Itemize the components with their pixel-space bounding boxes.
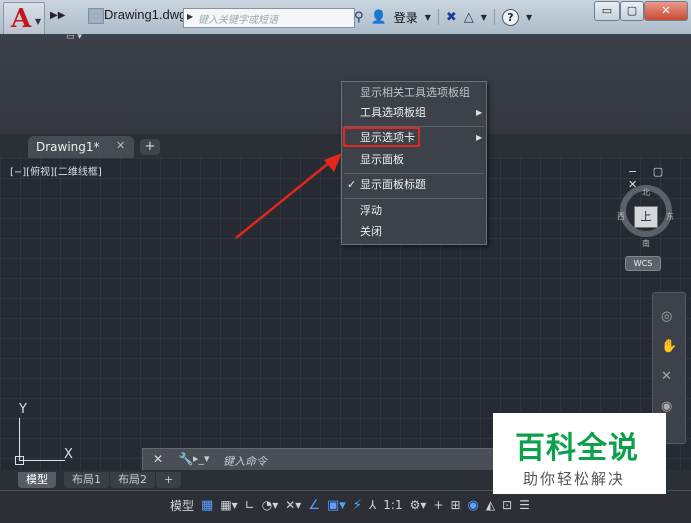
menu-item-show-related-palettes[interactable]: 显示相关工具选项板组 [342,82,486,104]
application-menu-button[interactable]: A ▼ [3,2,45,36]
ucs-y-label: Y [19,402,27,417]
dynamic-input-icon[interactable]: ∠ [308,498,320,513]
watermark-title: 百科全说 [515,431,639,466]
command-line[interactable]: ✕ 🔧 ▸_▾ 键入命令 [142,448,499,472]
wcs-menu-button[interactable]: WCS [625,256,661,271]
grid-icon[interactable]: ▦ [201,498,213,513]
menu-separator [344,198,484,199]
steering-wheel-icon[interactable]: ◎ [661,309,672,324]
quick-access-expand-icon[interactable]: ▶▶ [50,10,65,21]
menu-item-label: 显示面板标题 [360,178,426,191]
highlight-box [343,127,420,147]
object-snap-icon[interactable]: ▣▾ [327,498,346,513]
annotation-icon[interactable]: ⚡ [353,498,362,513]
title-toolbar: ⚲ 👤 登录 ▼ ✖ △ ▼ ? ▼ [354,6,532,28]
tab-label: Drawing1* [36,140,100,154]
menu-item-float[interactable]: 浮动 [342,200,486,222]
ucs-y-axis [19,418,20,460]
user-icon[interactable]: 👤 [371,10,387,25]
tab-drawing1[interactable]: Drawing1* ✕ [28,136,134,158]
polar-icon[interactable]: ◔▾ [262,498,279,512]
compass-south: 南 [642,239,650,248]
menu-item-show-panel-titles[interactable]: ✓ 显示面板标题 [342,174,486,196]
a360-icon[interactable]: △ [464,10,474,25]
chevron-down-icon[interactable]: ▼ [481,13,487,22]
new-tab-button[interactable]: + [140,139,160,155]
osnap-icon[interactable]: ✕▾ [285,498,301,512]
autocad-logo-icon: A [11,4,32,34]
clean-screen-icon[interactable]: ⊡ [502,498,512,512]
annotation-scale-icon[interactable]: ⅄ [369,498,376,512]
tab-model[interactable]: 模型 [18,472,56,488]
menu-item-close[interactable]: 关闭 [342,221,486,243]
close-tab-icon[interactable]: ✕ [116,139,125,152]
pan-hand-icon[interactable]: ✋ [661,339,677,354]
ucs-origin-icon [15,456,24,465]
menu-item-label: 显示相关工具选项板组 [360,86,470,99]
exchange-icon[interactable]: ✖ [446,10,457,25]
command-prompt-icon[interactable]: ▸_▾ [193,452,210,465]
separator [437,9,439,25]
compass-east: 东 [666,212,674,221]
login-button[interactable]: 登录 [394,9,418,26]
add-layout-button[interactable]: + [156,472,182,488]
compass-north: 北 [642,188,650,197]
status-bar-tools: 模型 ▦ ▦▾ ∟ ◔▾ ✕▾ ∠ ▣▾ ⚡ ⅄ 1:1 ⚙▾ + ⊞ ◉ ◭ … [170,493,530,517]
menu-item-label: 关闭 [360,225,382,238]
workspace-icon[interactable]: ⊞ [450,498,460,512]
ucs-x-axis [19,460,65,461]
menu-item-label: 浮动 [360,204,382,217]
document-title: Drawing1.dwg [104,7,187,22]
context-menu[interactable]: 显示相关工具选项板组 工具选项板组 ▶ 显示选项卡 ▶ 显示面板 ✓ 显示面板标题 浮… [341,81,487,245]
model-space-button[interactable]: 模型 [170,497,194,514]
help-button[interactable]: ? [501,8,519,26]
orbit-icon[interactable]: ◉ [661,399,672,414]
ucs-x-label: X [64,447,73,462]
ribbon-minimize-icon[interactable]: ▭ ▾ [66,32,82,42]
submenu-arrow-icon: ▶ [476,133,483,142]
menu-icon[interactable]: ☰ [519,498,530,512]
annotation-scale[interactable]: 1:1 [383,498,402,512]
watermark-subtitle: 助你轻松解决 [523,470,626,488]
chevron-down-icon[interactable]: ▼ [526,13,532,22]
viewcube-top-face[interactable]: 上 [634,206,658,228]
ortho-icon[interactable]: ∟ [245,498,255,512]
submenu-arrow-icon: ▶ [476,108,483,117]
tab-layout2[interactable]: 布局2 [110,472,155,488]
chevron-down-icon: ▼ [35,17,42,26]
annotation-arrow [235,153,342,239]
search-input[interactable]: ▶ 键入关键字或短语 [183,8,355,28]
zoom-icon[interactable]: ✕ [661,369,672,384]
minimize-button[interactable]: ▭ [594,1,620,21]
command-input[interactable]: 键入命令 [223,453,267,469]
tab-layout1[interactable]: 布局1 [64,472,109,488]
search-placeholder: 键入关键字或短语 [198,15,278,26]
restore-button[interactable]: ▢ [620,1,644,21]
menu-item-label: 工具选项板组 [360,106,426,119]
hardware-acceleration-icon[interactable]: ◭ [486,498,495,512]
compass-west: 西 [617,212,625,221]
chevron-down-icon[interactable]: ▼ [425,13,431,22]
close-button[interactable]: ✕ [644,1,688,21]
document-icon [88,8,104,24]
search-expand-icon[interactable]: ▶ [187,12,193,21]
menu-item-tool-palette-groups[interactable]: 工具选项板组 ▶ [342,102,486,124]
isolate-icon[interactable]: ◉ [468,498,479,513]
gear-icon[interactable]: ⚙▾ [410,498,427,512]
snap-icon[interactable]: ▦▾ [220,498,237,512]
plus-icon[interactable]: + [433,498,443,512]
menu-item-label: 显示面板 [360,153,404,166]
menu-item-show-panels[interactable]: 显示面板 [342,149,486,171]
watermark-logo: 百科全说 助你轻松解决 [493,413,666,494]
check-icon: ✓ [347,178,357,191]
separator [493,9,495,25]
viewport-controls-label[interactable]: [−][俯视][二维线框] [10,163,102,178]
binoculars-icon[interactable]: ⚲ [354,10,364,25]
